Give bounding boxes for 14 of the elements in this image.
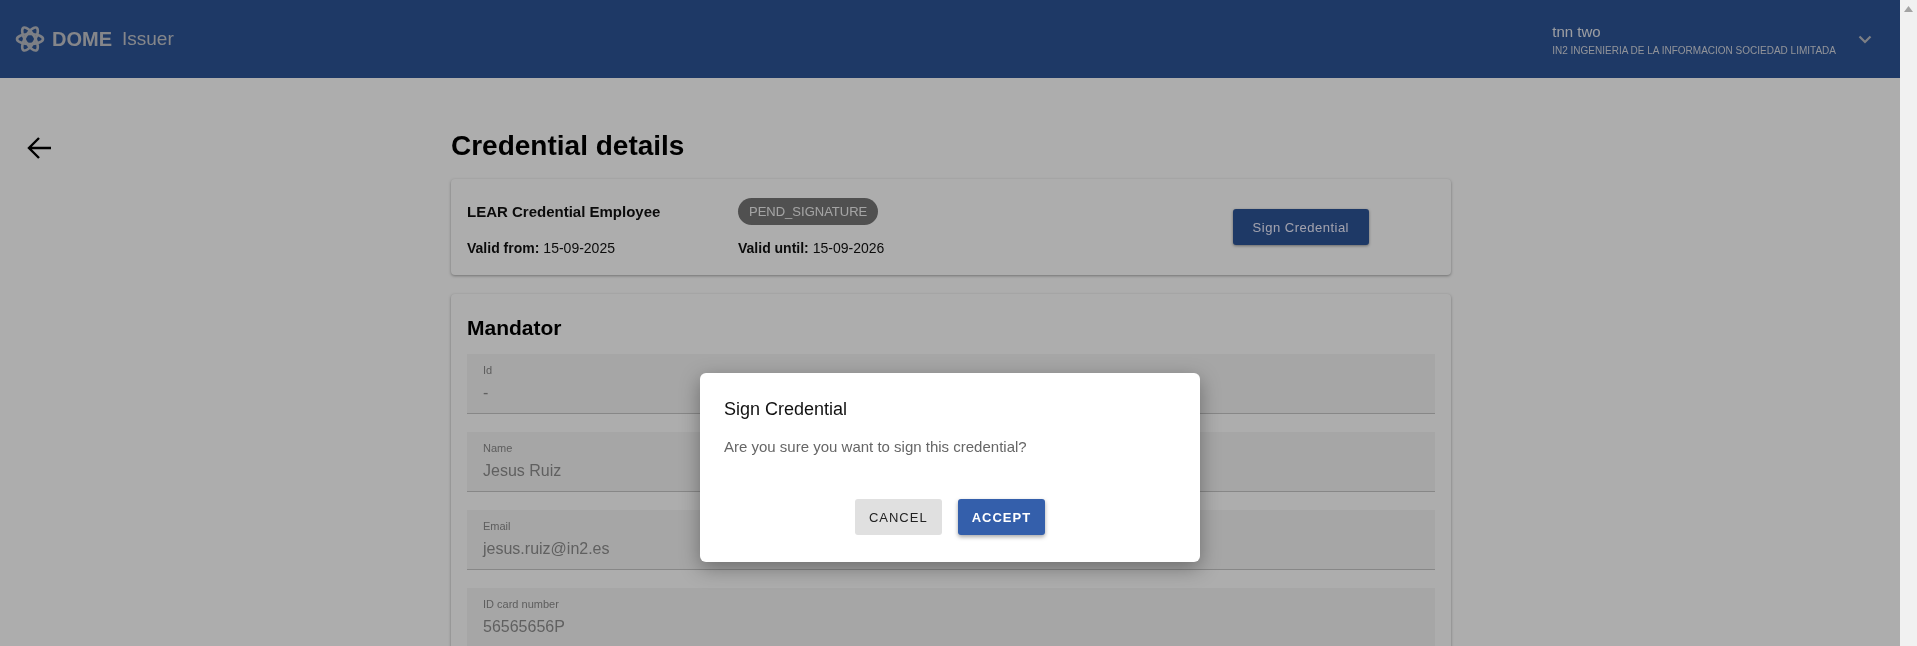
page-title: Credential details bbox=[451, 130, 686, 162]
valid-from-label: Valid from: bbox=[467, 240, 540, 256]
section-title: Mandator bbox=[467, 316, 563, 340]
valid-until-label: Valid until: bbox=[738, 240, 809, 256]
valid-until-date: 15-09-2026 bbox=[812, 240, 885, 256]
logo-text: DOME bbox=[52, 27, 112, 51]
user-name: tnn two bbox=[1552, 22, 1602, 40]
dialog-title: Sign Credential bbox=[724, 399, 849, 420]
status-chip: PEND_SIGNATURE bbox=[738, 198, 879, 225]
organization-name: IN2 INGENIERIA DE LA INFORMACION SOCIEDAD LIMITADA bbox=[1552, 44, 1836, 56]
dialog-message: Are you sure you want to sign this credential? bbox=[724, 438, 1028, 455]
valid-from-date: 15-09-2025 bbox=[543, 240, 615, 256]
credential-type: LEAR Credential Employee bbox=[467, 203, 662, 220]
app-name: Issuer bbox=[122, 28, 174, 50]
